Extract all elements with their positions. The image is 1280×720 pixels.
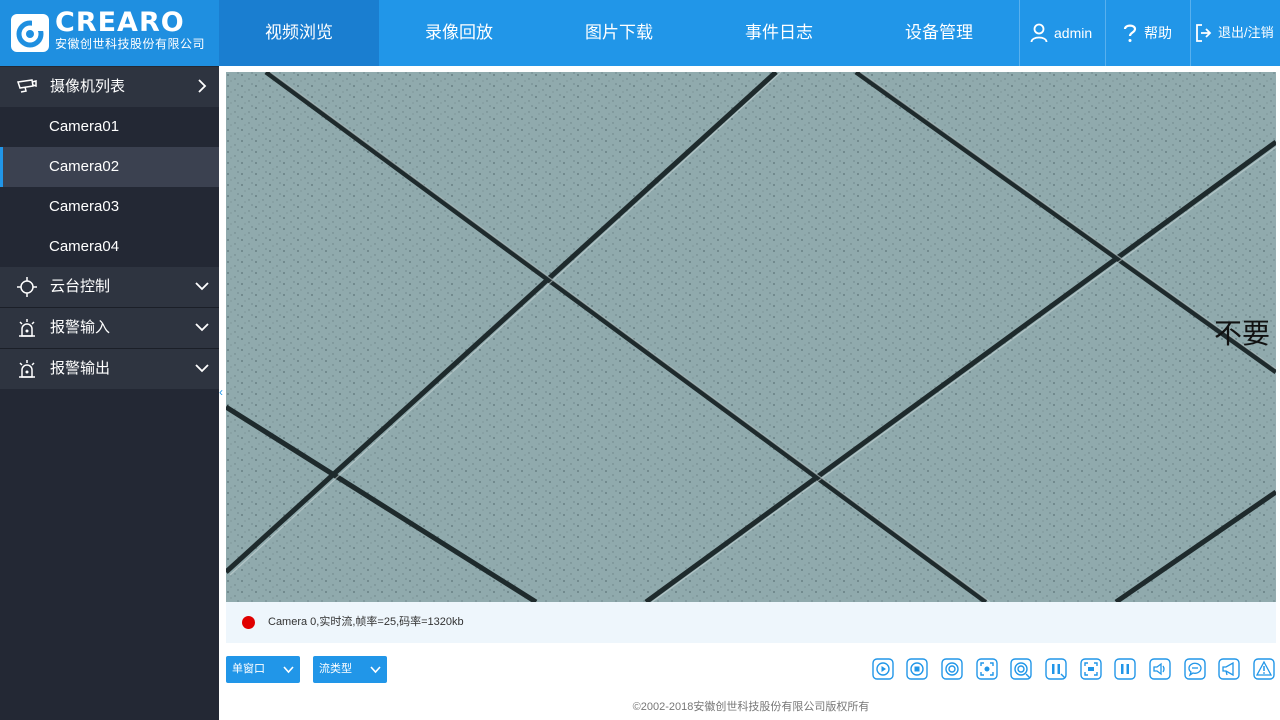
- nav-label: 视频浏览: [265, 23, 333, 43]
- stop-button[interactable]: [906, 658, 928, 680]
- capture-icon: [976, 658, 998, 680]
- logout-button[interactable]: 退出/注销: [1195, 0, 1274, 66]
- pause-all-button[interactable]: [1114, 658, 1136, 680]
- sidebar-alarm-input[interactable]: 报警输入: [0, 308, 219, 348]
- user-icon: [1030, 23, 1048, 43]
- pause-button[interactable]: [1045, 658, 1067, 680]
- nav-device-management[interactable]: 设备管理: [859, 0, 1019, 66]
- user-name: admin: [1054, 25, 1093, 41]
- stop-icon: [906, 658, 928, 680]
- snapshot-icon: [941, 658, 963, 680]
- recording-indicator-icon: [242, 616, 255, 629]
- brand-logo-icon: [11, 14, 49, 52]
- sidebar-item-camera02[interactable]: Camera02: [0, 147, 219, 187]
- chevron-down-icon: [195, 323, 209, 332]
- nav-picture-download[interactable]: 图片下载: [539, 0, 699, 66]
- sidebar: 摄像机列表 Camera01 Camera02 Camera03 Camera0…: [0, 66, 219, 720]
- sidebar-item-camera04[interactable]: Camera04: [0, 227, 219, 267]
- nav-event-log[interactable]: 事件日志: [699, 0, 859, 66]
- chevron-right-icon: [198, 79, 207, 93]
- logout-label: 退出/注销: [1218, 25, 1274, 40]
- help-label: 帮助: [1144, 25, 1172, 41]
- brand-name: CREARO: [55, 7, 185, 38]
- video-frame: [226, 72, 1276, 602]
- sidebar-group-label: 报警输入: [50, 319, 111, 336]
- sidebar-item-camera01[interactable]: Camera01: [0, 107, 219, 147]
- broadcast-icon: [1218, 658, 1240, 680]
- help-icon: [1123, 24, 1137, 42]
- nav-playback[interactable]: 录像回放: [379, 0, 539, 66]
- sidebar-camera-list[interactable]: 摄像机列表: [0, 67, 219, 107]
- nav-label: 图片下载: [585, 23, 653, 43]
- record-button[interactable]: [1010, 658, 1032, 680]
- pause-icon: [1045, 658, 1067, 680]
- camera-label: Camera01: [49, 118, 120, 135]
- snapshot-button[interactable]: [941, 658, 963, 680]
- alarm-output-icon: [19, 360, 35, 378]
- video-status-bar: Camera 0,实时流,帧率=25,码率=1320kb: [226, 602, 1276, 643]
- ptz-icon: [17, 277, 37, 297]
- talk-icon: [1184, 658, 1206, 680]
- select-value: 单窗口: [232, 663, 265, 675]
- chevron-down-icon: [195, 364, 209, 373]
- record-icon: [1010, 658, 1032, 680]
- chevron-down-icon: [283, 666, 294, 674]
- nav-label: 录像回放: [425, 23, 493, 43]
- sidebar-group-label: 摄像机列表: [50, 78, 126, 95]
- play-button[interactable]: [872, 658, 894, 680]
- volume-icon: [1149, 658, 1171, 680]
- fullscreen-icon: [1080, 658, 1102, 680]
- nav-label: 事件日志: [745, 23, 813, 43]
- play-icon: [872, 658, 894, 680]
- help-button[interactable]: 帮助: [1122, 0, 1172, 66]
- stream-type-select[interactable]: 流类型: [313, 656, 387, 683]
- broadcast-button[interactable]: [1218, 658, 1240, 680]
- window-mode-select[interactable]: 单窗口: [226, 656, 300, 683]
- brand-company: 安徽创世科技股份有限公司: [55, 37, 206, 51]
- alarm-icon: [1253, 658, 1275, 680]
- volume-button[interactable]: [1149, 658, 1171, 680]
- header-divider: [1105, 0, 1106, 66]
- chevron-down-icon: [370, 666, 381, 674]
- sidebar-collapse-handle[interactable]: ‹: [219, 385, 223, 399]
- video-overlay-text: 不要: [1214, 317, 1271, 350]
- header-divider: [1019, 0, 1020, 66]
- sidebar-group-label: 报警输出: [50, 360, 111, 377]
- sidebar-item-camera03[interactable]: Camera03: [0, 187, 219, 227]
- camera-label: Camera04: [49, 238, 120, 255]
- header-divider: [1190, 0, 1191, 66]
- nav-video-preview[interactable]: 视频浏览: [219, 0, 379, 66]
- camera-icon: [17, 79, 37, 93]
- copyright-footer: ©2002-2018安徽创世科技股份有限公司版权所有: [632, 701, 870, 713]
- user-button[interactable]: admin: [1030, 0, 1092, 66]
- stream-status: Camera 0,实时流,帧率=25,码率=1320kb: [268, 616, 464, 628]
- camera-label: Camera03: [49, 198, 120, 215]
- top-header: CREARO 安徽创世科技股份有限公司 视频浏览 录像回放 图片下载 事件日志 …: [0, 0, 1280, 66]
- alarm-input-icon: [19, 319, 35, 337]
- alarm-button[interactable]: [1253, 658, 1275, 680]
- camera-label: Camera02: [49, 158, 120, 175]
- capture-button[interactable]: [976, 658, 998, 680]
- video-player[interactable]: 不要: [226, 72, 1276, 602]
- sidebar-ptz-control[interactable]: 云台控制: [0, 267, 219, 307]
- pause-all-icon: [1114, 658, 1136, 680]
- sidebar-alarm-output[interactable]: 报警输出: [0, 349, 219, 389]
- sidebar-group-label: 云台控制: [50, 278, 111, 295]
- nav-label: 设备管理: [905, 23, 973, 43]
- select-value: 流类型: [319, 663, 352, 675]
- fullscreen-button[interactable]: [1080, 658, 1102, 680]
- chevron-down-icon: [195, 282, 209, 291]
- brand-logo[interactable]: CREARO 安徽创世科技股份有限公司: [0, 0, 219, 66]
- talk-button[interactable]: [1184, 658, 1206, 680]
- logout-icon: [1196, 24, 1212, 42]
